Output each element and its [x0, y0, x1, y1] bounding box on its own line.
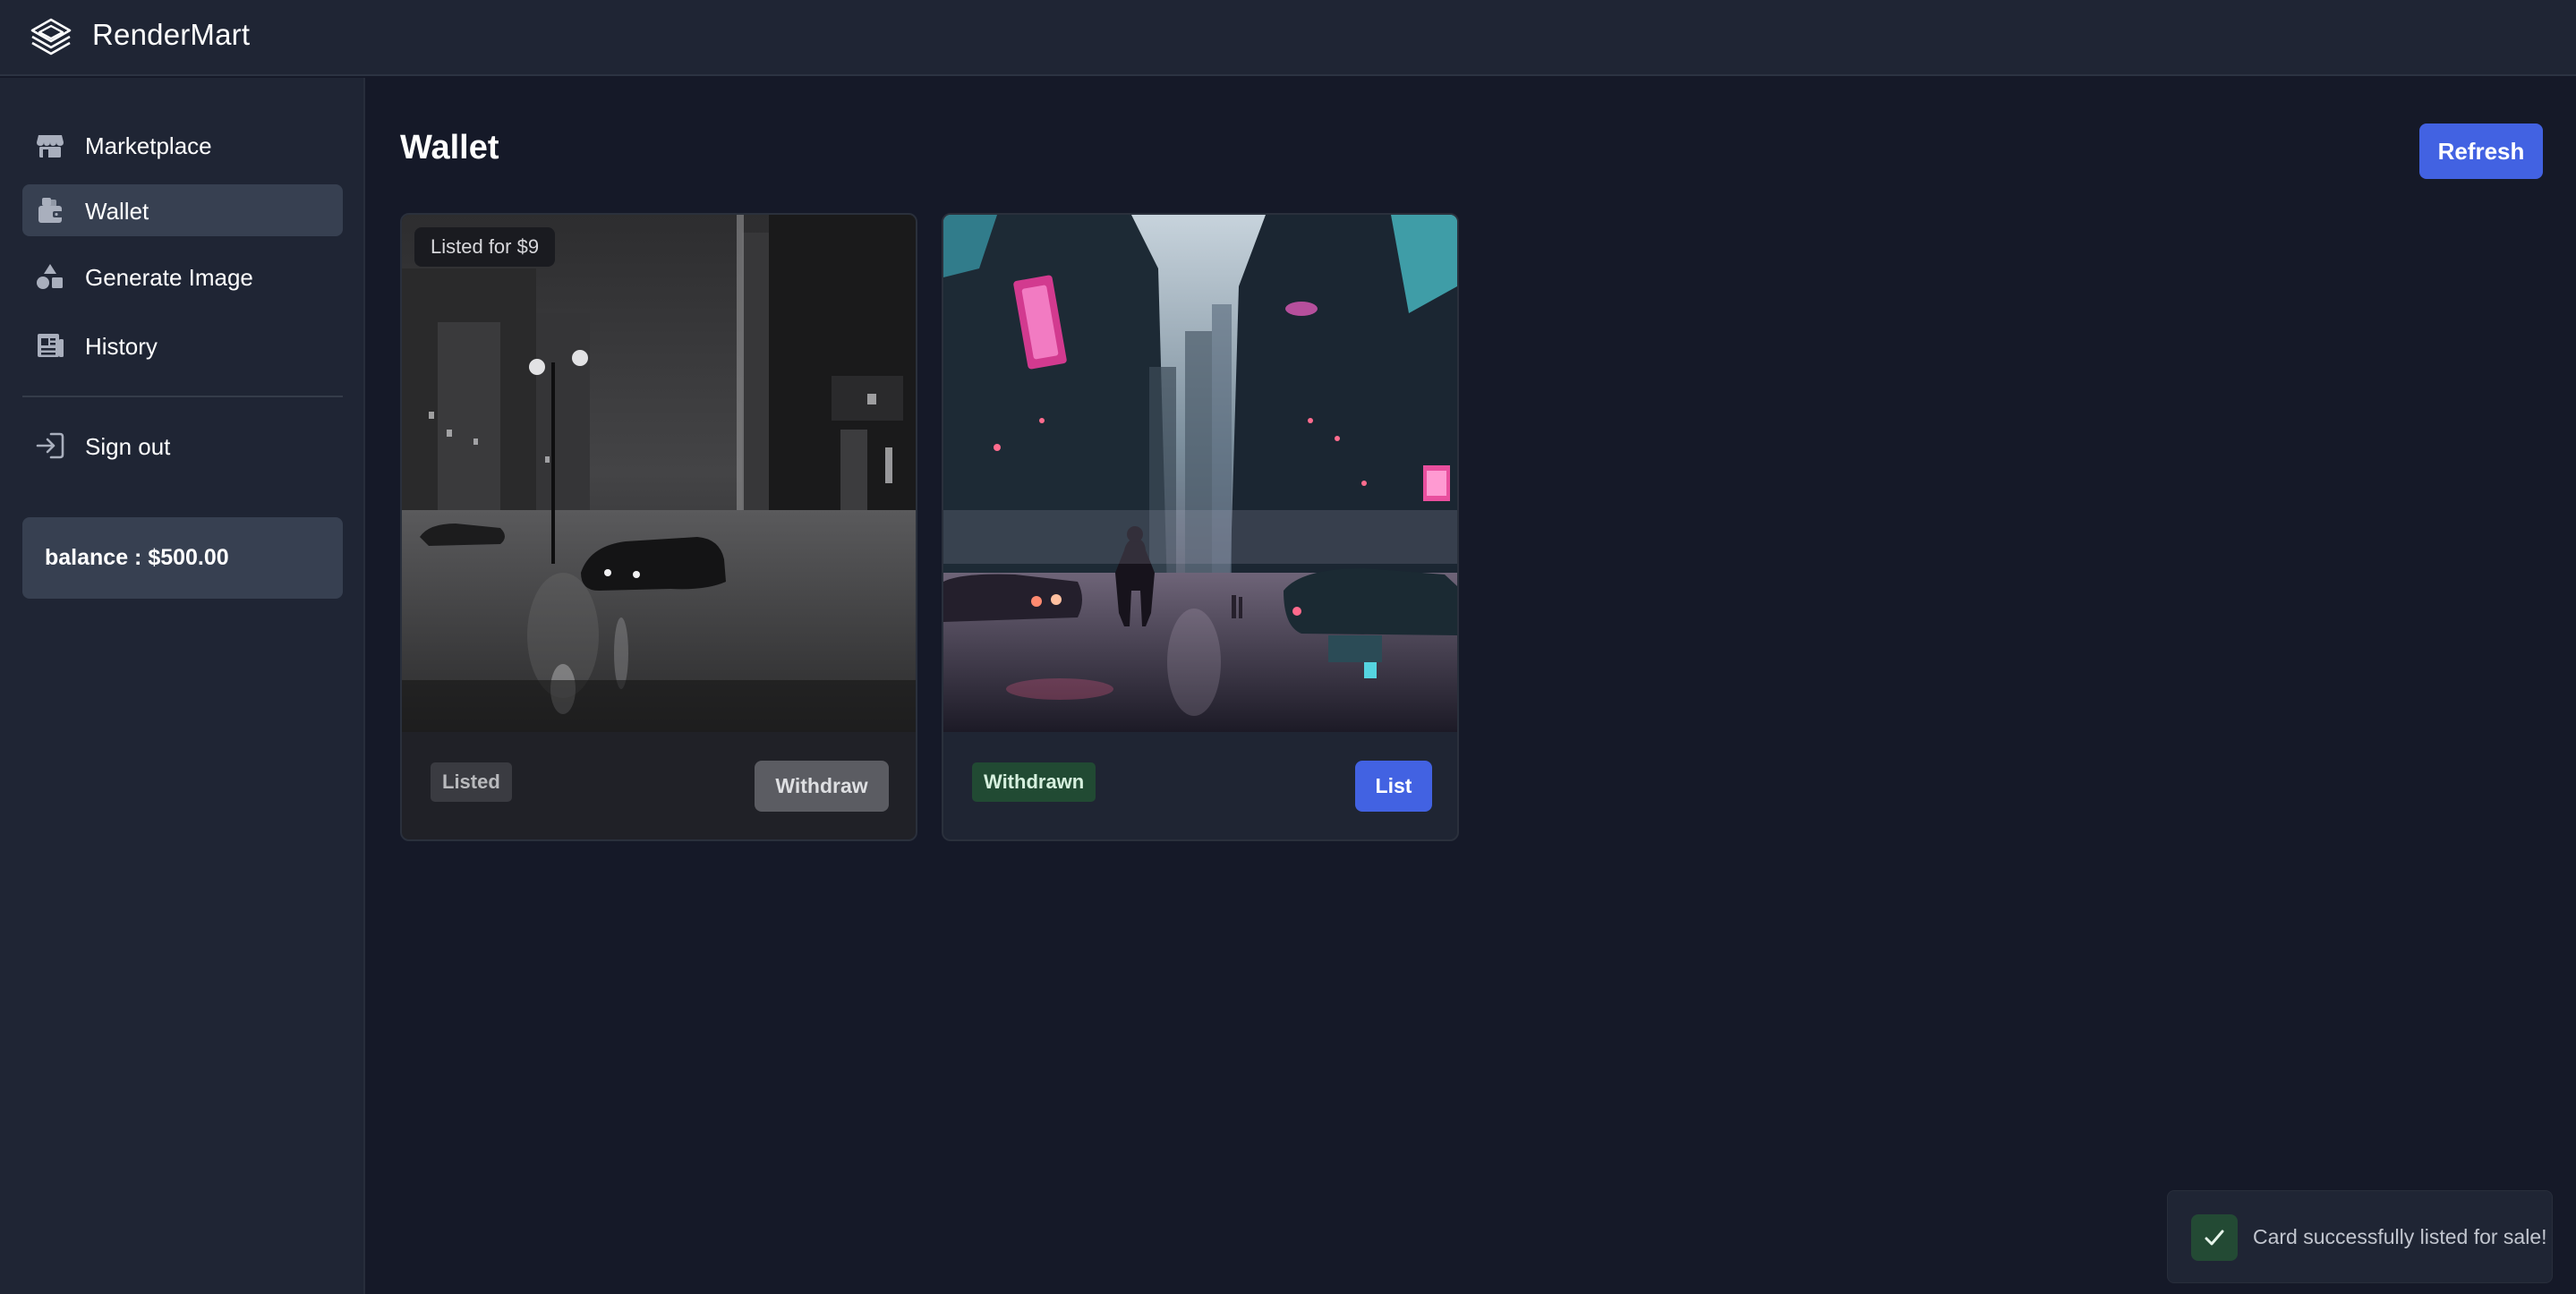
check-icon [2205, 1230, 2224, 1246]
refresh-button[interactable]: Refresh [2419, 123, 2543, 179]
balance-box: balance : $500.00 [22, 517, 343, 599]
toast-message: Card successfully listed for sale! [2253, 1225, 2547, 1248]
wallet-icon [38, 198, 63, 223]
store-icon [37, 135, 64, 157]
history-icon [38, 334, 64, 357]
shapes-icon [37, 264, 63, 289]
card-image[interactable]: Listed for $9 [402, 215, 916, 732]
sidebar-item-label: Wallet [85, 198, 149, 225]
page-title: Wallet [400, 129, 499, 166]
sign-out-icon [36, 432, 64, 459]
sidebar-item-wallet[interactable]: Wallet [22, 184, 343, 236]
balance-text: balance : $500.00 [45, 545, 229, 570]
sidebar-divider [22, 396, 343, 397]
app-title[interactable]: RenderMart [92, 18, 250, 52]
withdraw-button[interactable]: Withdraw [755, 761, 889, 812]
nft-card: Listed for $9 Listed Withdraw [400, 213, 917, 841]
sign-out-label: Sign out [85, 433, 171, 460]
sidebar-item-label: History [85, 333, 158, 360]
sidebar-item-label: Marketplace [85, 132, 212, 159]
sidebar-item-generate-image[interactable]: Generate Image [22, 251, 343, 302]
layers-icon [30, 18, 72, 55]
listed-price-tag: Listed for $9 [414, 227, 556, 267]
status-badge: Withdrawn [972, 762, 1096, 802]
sidebar-item-marketplace[interactable]: Marketplace [22, 119, 343, 171]
check-icon-badge [2191, 1214, 2238, 1261]
sidebar-item-history[interactable]: History [22, 319, 343, 371]
top-bar: RenderMart [0, 0, 2576, 76]
sign-out-button[interactable]: Sign out [22, 420, 343, 472]
list-button[interactable]: List [1355, 761, 1432, 812]
status-badge: Listed [431, 762, 512, 802]
sidebar: Marketplace Wallet Generate Image Histor… [0, 78, 365, 1294]
nft-card: Withdrawn List [942, 213, 1459, 841]
toast-notification: Card successfully listed for sale! [2167, 1190, 2553, 1283]
sidebar-item-label: Generate Image [85, 264, 253, 291]
card-image[interactable] [943, 215, 1457, 732]
